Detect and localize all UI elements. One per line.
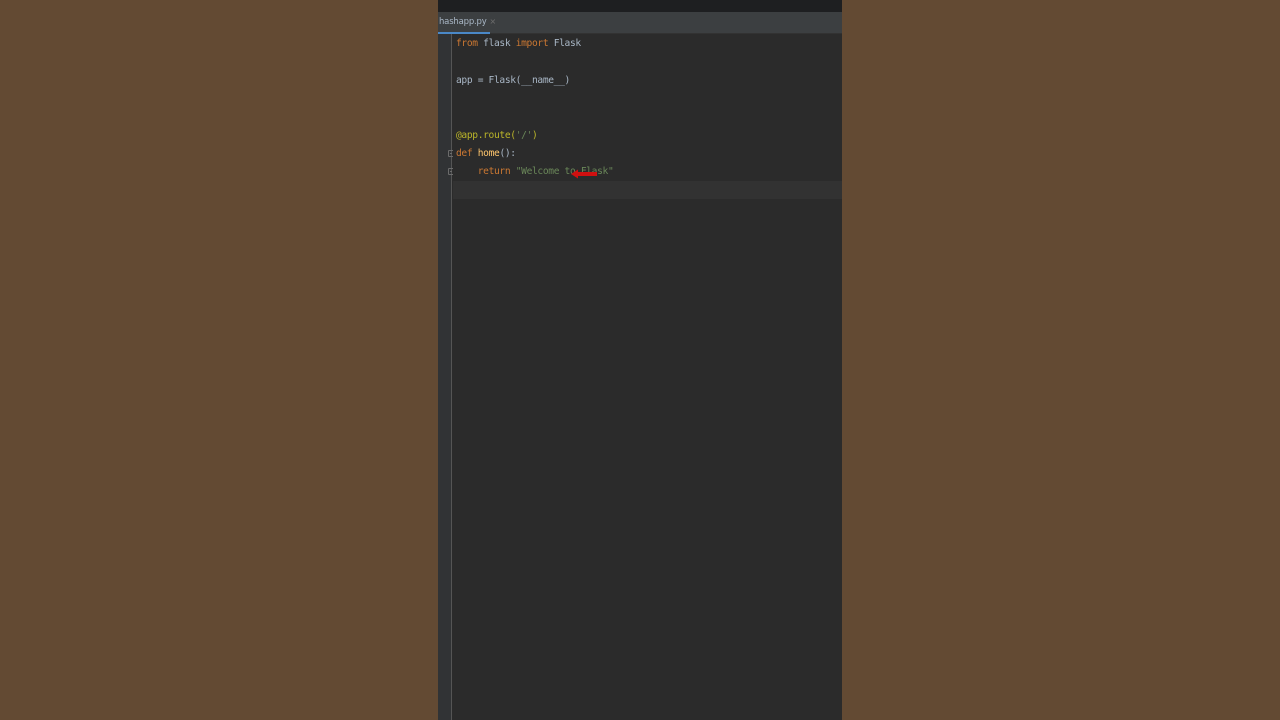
left-background-panel — [0, 0, 438, 720]
code-token: '/' — [515, 130, 533, 141]
code-token: flask — [477, 38, 516, 49]
code-editor-window: hashapp.py × from flask import Flask app… — [438, 0, 842, 720]
code-token: Flask — [548, 38, 581, 49]
code-token: import — [515, 38, 549, 49]
code-token: @app.route( — [456, 130, 516, 141]
code-token: def — [456, 148, 473, 159]
code-line-3: app = Flask(__name__) — [456, 72, 570, 90]
code-line-7: def home(): — [456, 145, 516, 163]
code-line-1: from flask import Flask — [456, 35, 581, 53]
code-line-6: @app.route('/') — [456, 127, 538, 145]
close-icon[interactable]: × — [490, 18, 497, 26]
code-token: from — [456, 38, 478, 49]
current-line-highlight — [453, 181, 842, 199]
code-token: app = Flask(__name__) — [456, 75, 570, 86]
code-token: return — [477, 166, 511, 177]
arrow-shape — [571, 169, 597, 179]
left-arrow-icon — [571, 169, 597, 179]
code-token: (): — [499, 148, 516, 159]
right-background-panel — [842, 0, 1280, 720]
line-gutter[interactable] — [438, 34, 454, 720]
editor-tab-bar: hashapp.py × — [438, 12, 842, 34]
code-text-area[interactable]: from flask import Flask app = Flask(__na… — [453, 34, 842, 720]
code-token: ) — [531, 130, 538, 141]
tab-hashapp-py[interactable]: hashapp.py × — [438, 12, 496, 34]
window-title-strip — [438, 0, 842, 12]
tab-filename: hashapp.py — [439, 17, 487, 27]
code-token: home — [477, 148, 500, 159]
